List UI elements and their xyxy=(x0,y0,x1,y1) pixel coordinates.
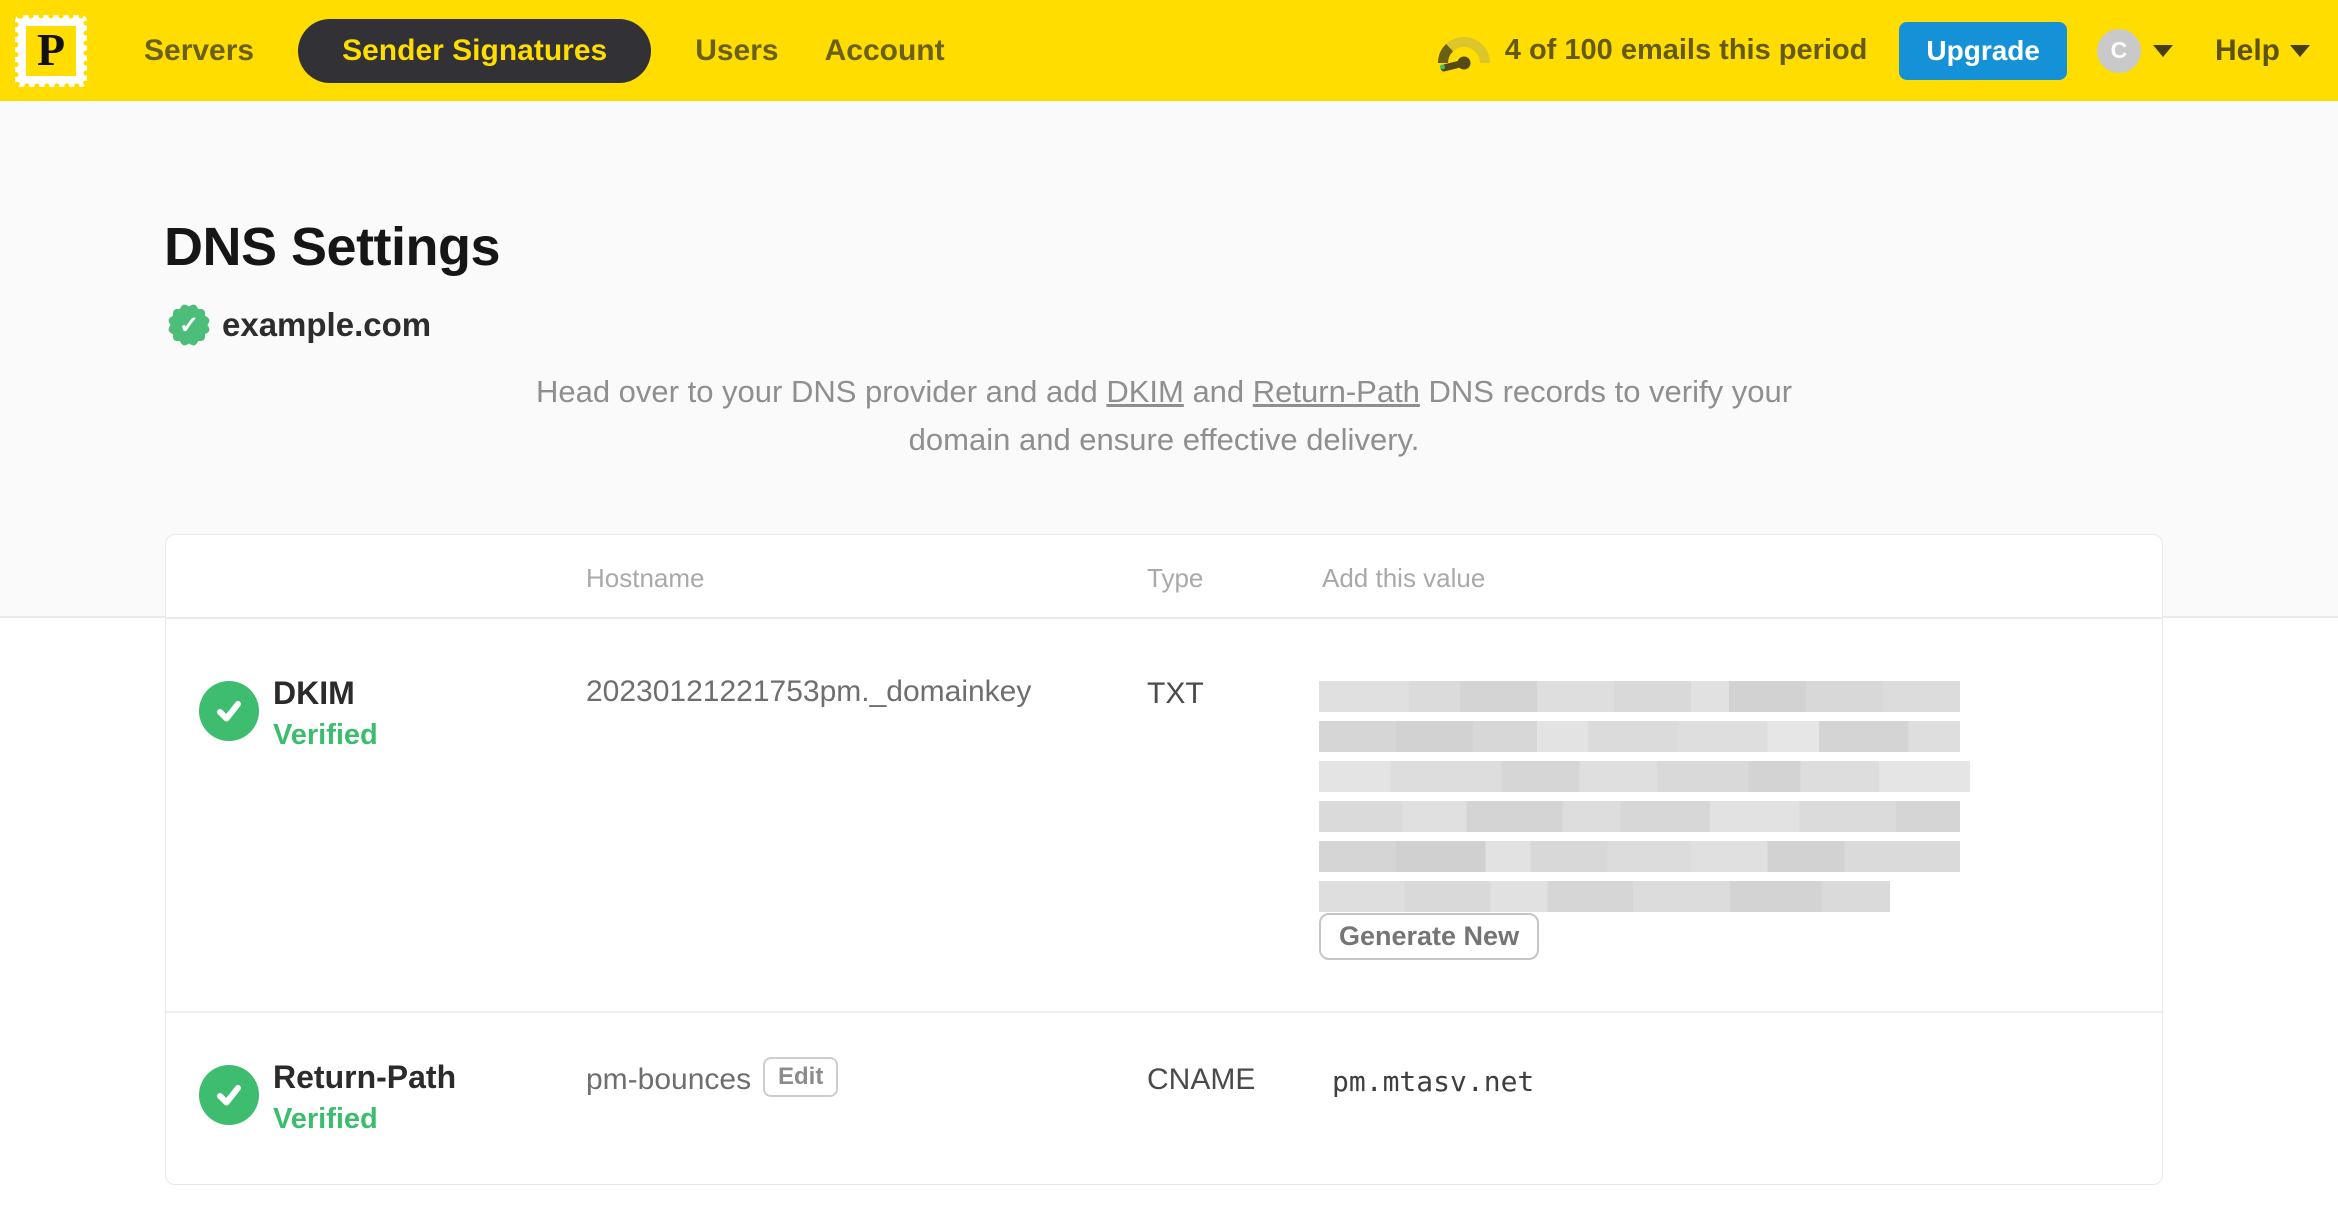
dkim-link[interactable]: DKIM xyxy=(1106,374,1184,409)
chevron-down-icon xyxy=(2152,44,2173,57)
row-divider xyxy=(166,1011,2162,1013)
postmark-logo[interactable]: P xyxy=(14,13,88,88)
column-header-type: Type xyxy=(1147,563,1204,593)
redacted-value-bar xyxy=(1319,761,1970,792)
redacted-dkim-value xyxy=(1319,681,1970,921)
help-menu-button[interactable]: Help xyxy=(2215,34,2310,68)
redacted-value-bar xyxy=(1319,841,1960,872)
redacted-value-bar xyxy=(1319,801,1960,832)
description-prefix: Head over to your DNS provider and add xyxy=(535,374,1107,409)
record-hostname: pm-bounces xyxy=(586,1063,752,1096)
nav-item-account[interactable]: Account xyxy=(823,34,947,68)
dns-settings-page: P Servers Sender Signatures Users Accoun… xyxy=(0,0,2338,1222)
record-type: CNAME xyxy=(1147,1063,1256,1096)
column-header-value: Add this value xyxy=(1322,563,1486,593)
description-middle: and xyxy=(1183,374,1253,409)
page-title: DNS Settings xyxy=(164,217,501,277)
usage-meter-link[interactable]: 4 of 100 emails this period xyxy=(1437,27,1868,75)
status-badge: Verified xyxy=(273,719,378,751)
column-header-hostname: Hostname xyxy=(586,563,705,593)
check-circle-icon xyxy=(199,681,259,741)
record-name: Return-Path xyxy=(273,1059,457,1095)
nav-item-servers[interactable]: Servers xyxy=(142,34,256,68)
dns-records-card: Hostname Type Add this value DKIM Verifi… xyxy=(165,534,2163,1185)
postmark-logo-inner: P xyxy=(26,23,76,76)
usage-text: 4 of 100 emails this period xyxy=(1504,34,1868,66)
nav-item-sender-signatures[interactable]: Sender Signatures xyxy=(298,18,652,83)
return-path-link[interactable]: Return-Path xyxy=(1253,374,1420,409)
status-badge: Verified xyxy=(273,1103,378,1135)
help-label: Help xyxy=(2214,33,2280,67)
account-menu-button[interactable]: C xyxy=(2096,28,2173,73)
description-text: Head over to your DNS provider and add D… xyxy=(165,368,2163,464)
check-circle-icon xyxy=(199,1065,259,1125)
chevron-down-icon xyxy=(2290,44,2310,57)
verified-domain: ✓ example.com xyxy=(166,302,431,348)
header-divider xyxy=(166,617,2162,619)
top-navbar: P Servers Sender Signatures Users Accoun… xyxy=(0,0,2338,101)
postmark-logo-letter: P xyxy=(36,23,66,75)
verified-seal-icon: ✓ xyxy=(166,302,212,348)
record-value: pm.mtasv.net xyxy=(1332,1065,1535,1098)
primary-nav: Servers Sender Signatures Users Account xyxy=(142,18,947,83)
redacted-value-bar xyxy=(1319,881,1890,912)
nav-item-users[interactable]: Users xyxy=(693,34,780,68)
domain-name: example.com xyxy=(222,306,432,343)
record-name: DKIM xyxy=(273,675,355,711)
redacted-value-bar xyxy=(1319,681,1960,712)
upgrade-button[interactable]: Upgrade xyxy=(1899,21,2067,80)
navbar-right: 4 of 100 emails this period Upgrade C He… xyxy=(1437,21,2310,80)
generate-new-button[interactable]: Generate New xyxy=(1319,913,1540,960)
avatar: C xyxy=(2096,28,2141,73)
redacted-value-bar xyxy=(1319,721,1960,752)
record-type: TXT xyxy=(1147,677,1204,710)
check-icon: ✓ xyxy=(178,311,200,339)
edit-hostname-button[interactable]: Edit xyxy=(763,1057,839,1097)
gauge-icon xyxy=(1437,36,1490,71)
record-hostname: 20230121221753pm._domainkey xyxy=(586,675,1032,708)
